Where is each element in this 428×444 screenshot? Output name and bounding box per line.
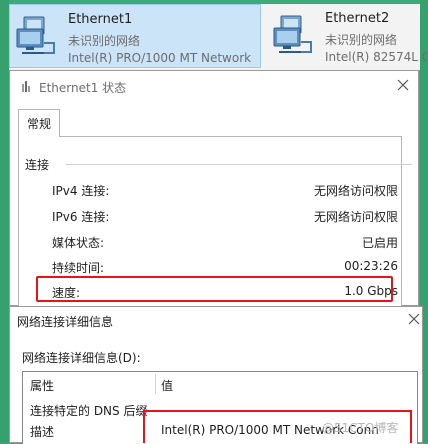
status-dialog-titlebar: Ethernet1 状态 — [10, 71, 418, 101]
row-label: IPv4 连接: — [52, 184, 110, 198]
speed-highlight-box — [36, 276, 393, 302]
adapter-item-ethernet1[interactable]: Ethernet1 未识别的网络 Intel(R) PRO/1000 MT Ne… — [9, 4, 261, 68]
status-dialog-title: Ethernet1 状态 — [39, 81, 127, 95]
close-icon[interactable] — [394, 76, 412, 94]
row-label: 持续时间: — [52, 261, 105, 275]
table-row-property[interactable]: 连接特定的 DNS 后缀 — [30, 402, 147, 419]
column-header-value[interactable]: 值 — [161, 377, 173, 394]
row-value: 已启用 — [361, 236, 398, 250]
adapter-name: Ethernet2 — [325, 11, 390, 26]
table-row-property[interactable]: 描述 — [30, 423, 54, 440]
section-connection-label: 连接 — [25, 158, 50, 172]
network-adapter-icon — [273, 15, 312, 53]
row-value: 无网络访问权限 — [313, 210, 398, 224]
details-dialog-title: 网络连接详细信息 — [17, 315, 114, 329]
details-heading: 网络连接详细信息(D): — [22, 351, 141, 365]
row-value: 00:23:26 — [344, 259, 398, 273]
column-header-property[interactable]: 属性 — [30, 377, 54, 394]
column-separator[interactable] — [155, 374, 156, 394]
row-media-state: 媒体状态: 已启用 — [52, 234, 398, 254]
row-value: 无网络访问权限 — [313, 184, 398, 198]
desktop-edge-left — [0, 0, 9, 443]
adapter-status: 未识别的网络 — [68, 34, 141, 48]
row-label: 媒体状态: — [52, 236, 105, 250]
wifi-signal-icon — [22, 81, 30, 92]
row-label: IPv6 连接: — [52, 210, 110, 224]
row-ipv4: IPv4 连接: 无网络访问权限 — [52, 182, 398, 202]
section-divider — [66, 164, 412, 165]
adapter-device: Intel(R) 82574L Gigabit Network Connecti… — [325, 50, 427, 64]
watermark: @51CTO博客 — [322, 421, 399, 435]
adapter-status: 未识别的网络 — [325, 33, 398, 47]
network-adapter-icon — [16, 16, 55, 54]
status-dialog: Ethernet1 状态 常规 连接 IPv4 连接: 无网络访问权限 IPv6… — [9, 70, 419, 316]
close-icon[interactable] — [406, 311, 422, 327]
row-ipv6: IPv6 连接: 无网络访问权限 — [52, 208, 398, 228]
adapter-item-ethernet2[interactable]: Ethernet2 未识别的网络 Intel(R) 82574L Gigabit… — [267, 4, 427, 68]
adapter-device: Intel(R) PRO/1000 MT Network Connection — [68, 51, 254, 65]
tab-general[interactable]: 常规 — [18, 109, 60, 137]
adapter-name: Ethernet1 — [68, 12, 133, 27]
network-connections-panel: Ethernet1 未识别的网络 Intel(R) PRO/1000 MT Ne… — [9, 4, 427, 70]
